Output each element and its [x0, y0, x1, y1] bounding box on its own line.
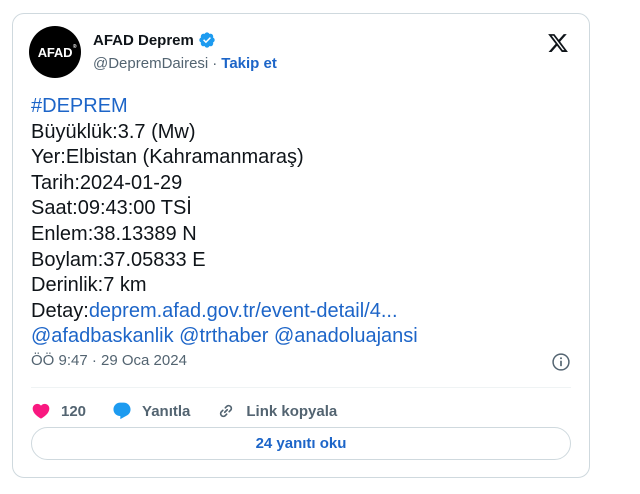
tweet-timestamp[interactable]: ÖÖ 9:47 · 29 Oca 2024 [31, 352, 187, 369]
tweet-text: #DEPREM Büyüklük:3.7 (Mw) Yer:Elbistan (… [31, 94, 581, 350]
read-replies-button[interactable]: 24 yanıtı oku [31, 427, 571, 460]
author-name-row: AFAD Deprem [93, 31, 216, 49]
date-line: Tarih:2024-01-29 [31, 171, 183, 194]
info-icon[interactable] [551, 352, 571, 372]
mention-link[interactable]: @anadoluajansi [274, 325, 418, 347]
detail-prefix: Detay: [31, 299, 89, 322]
afad-logo: AFAD ® [37, 43, 77, 60]
author-handle[interactable]: @DepremDairesi [93, 55, 208, 72]
longitude-line: Boylam:37.05833 E [31, 248, 206, 271]
reply-label: Yanıtla [142, 402, 191, 420]
hashtag-link[interactable]: #DEPREM [31, 94, 581, 120]
action-bar: 120 Yanıtla Link kopyala [31, 396, 363, 426]
latitude-line: Enlem:38.13389 N [31, 222, 197, 245]
magnitude-line: Büyüklük:3.7 (Mw) [31, 120, 196, 143]
detail-link[interactable]: deprem.afad.gov.tr/event-detail/4... [89, 300, 398, 322]
verified-badge-icon [199, 32, 215, 48]
follow-button[interactable]: Takip et [221, 55, 277, 72]
mentions-line: @afadbaskanlik @trthaber @anadoluajansi [31, 324, 581, 350]
separator-dot: · [212, 55, 218, 72]
link-icon [220, 404, 233, 418]
like-count: 120 [61, 402, 87, 420]
tweet-embed-card: AFAD ® AFAD Deprem @DepremDairesi · Takip… [12, 13, 590, 478]
depth-line: Derinlik:7 km [31, 274, 147, 297]
detail-line: Detay:deprem.afad.gov.tr/event-detail/4.… [31, 299, 581, 325]
x-logo-icon[interactable] [547, 32, 569, 54]
heart-icon [32, 403, 50, 419]
mention-link[interactable]: @afadbaskanlik [31, 325, 174, 347]
speech-bubble-icon [113, 402, 131, 420]
copy-link-label: Link kopyala [246, 402, 338, 420]
author-display-name[interactable]: AFAD Deprem [93, 32, 194, 49]
time-line: Saat:09:43:00 TSİ [31, 197, 192, 220]
divider [31, 387, 571, 388]
reply-button[interactable]: Yanıtla [112, 401, 190, 421]
mention-link[interactable]: @trthaber [179, 325, 268, 347]
author-handle-row: @DepremDairesi · Takip et [93, 55, 277, 72]
copy-link-button[interactable]: Link kopyala [216, 401, 337, 421]
location-line: Yer:Elbistan (Kahramanmaraş) [31, 146, 304, 169]
avatar[interactable]: AFAD ® [29, 26, 81, 78]
like-button[interactable]: 120 [31, 401, 86, 421]
